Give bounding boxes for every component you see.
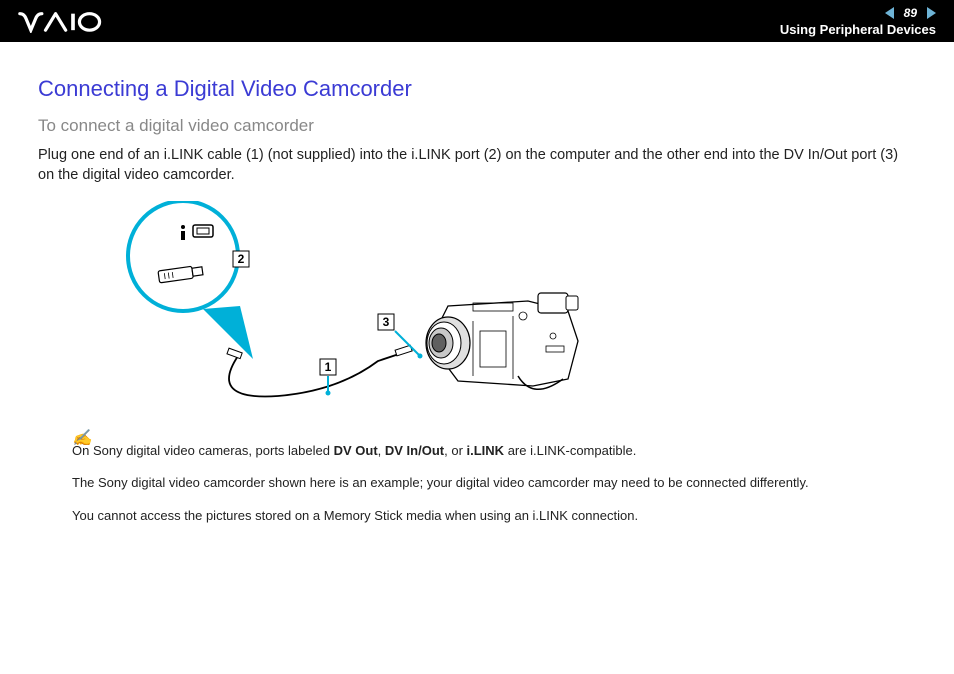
note-line-3: You cannot access the pictures stored on… [72, 507, 896, 525]
next-page-arrow[interactable] [927, 7, 936, 19]
note-bold: DV In/Out [385, 443, 444, 458]
page-title: Connecting a Digital Video Camcorder [38, 76, 916, 102]
section-label: Using Peripheral Devices [780, 22, 936, 37]
page-header: 89 Using Peripheral Devices [0, 0, 954, 42]
vaio-logo [18, 9, 128, 33]
header-nav: 89 Using Peripheral Devices [780, 6, 936, 37]
prev-page-arrow[interactable] [885, 7, 894, 19]
page-subtitle: To connect a digital video camcorder [38, 116, 916, 136]
instruction-text: Plug one end of an i.LINK cable (1) (not… [38, 146, 916, 185]
note-text: , [378, 443, 385, 458]
note-bold: DV Out [334, 443, 378, 458]
note-text: On Sony digital video cameras, ports lab… [72, 443, 334, 458]
page-number: 89 [898, 6, 923, 20]
note-text: are i.LINK-compatible. [504, 443, 636, 458]
camcorder-illustration [426, 293, 578, 389]
callout-2-label: 2 [238, 252, 245, 266]
notes-section: ✍ On Sony digital video cameras, ports l… [72, 428, 896, 525]
note-text: , or [444, 443, 466, 458]
callout-3-label: 3 [383, 315, 390, 329]
note-bold: i.LINK [467, 443, 505, 458]
callout-1-label: 1 [325, 360, 332, 374]
note-line-2: The Sony digital video camcorder shown h… [72, 474, 896, 492]
page-navigator: 89 [885, 6, 936, 20]
page-content: Connecting a Digital Video Camcorder To … [0, 42, 954, 525]
note-line-1: On Sony digital video cameras, ports lab… [72, 442, 896, 460]
connection-diagram: 2 1 3 [78, 201, 638, 411]
